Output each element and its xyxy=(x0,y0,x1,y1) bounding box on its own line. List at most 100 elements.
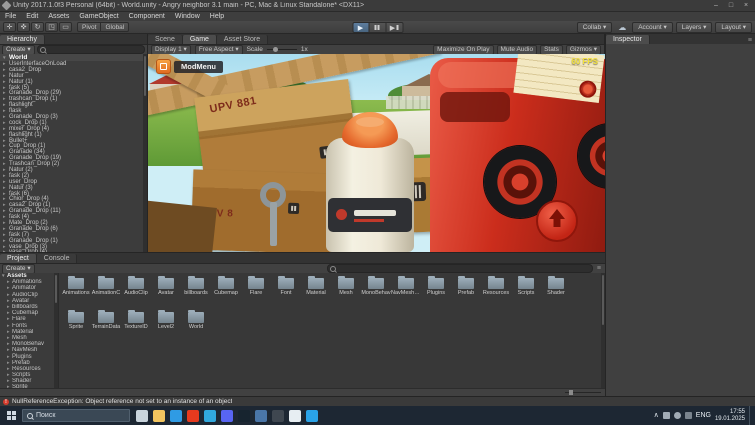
tab-inspector[interactable]: Inspector xyxy=(606,35,650,44)
pinned-app-icon[interactable] xyxy=(170,409,182,422)
folder-item[interactable]: Plugins xyxy=(421,276,451,308)
folder-item[interactable]: NavMeshOb xyxy=(391,276,421,308)
folder-item[interactable]: Font xyxy=(271,276,301,308)
pinned-app-icon[interactable] xyxy=(204,409,216,422)
folder-item[interactable]: Level2 xyxy=(151,310,181,342)
pinned-app-icon[interactable] xyxy=(289,409,301,422)
account-dropdown[interactable]: Account ▾ xyxy=(632,22,673,33)
tab-asset-store[interactable]: Asset Store xyxy=(216,35,269,44)
taskbar-clock[interactable]: 17:55 19.01.2025 xyxy=(715,409,745,423)
folder-item[interactable]: TextureID xyxy=(121,310,151,342)
hierarchy-scene-row[interactable]: ▾ World xyxy=(0,54,147,61)
scale-tool-icon[interactable]: ◳ xyxy=(45,22,58,32)
folder-item[interactable]: TerrainData xyxy=(91,310,121,342)
project-search-input[interactable] xyxy=(337,265,590,272)
folder-item[interactable]: Scripts xyxy=(511,276,541,308)
maximize-button[interactable]: □ xyxy=(725,1,737,10)
scale-slider[interactable] xyxy=(266,47,297,52)
folder-item[interactable]: AudioClip xyxy=(121,276,151,308)
tray-icon[interactable] xyxy=(662,412,670,419)
pinned-app-icon[interactable] xyxy=(306,409,318,422)
pause-button[interactable] xyxy=(369,22,386,33)
error-icon: ! xyxy=(3,398,9,405)
show-desktop-button[interactable] xyxy=(749,406,753,425)
hierarchy-scrollbar[interactable] xyxy=(143,54,147,252)
panel-menu-icon[interactable]: ≡ xyxy=(745,37,755,44)
inspector-body xyxy=(606,44,755,396)
menu-item[interactable]: Edit xyxy=(21,12,43,21)
tab-scene[interactable]: Scene xyxy=(148,35,183,44)
pinned-app-icon[interactable] xyxy=(187,409,199,422)
layers-dropdown[interactable]: Layers ▾ xyxy=(675,22,713,33)
tab-hierarchy[interactable]: Hierarchy xyxy=(0,35,45,44)
tab-console[interactable]: Console xyxy=(36,254,78,263)
menu-item[interactable]: Help xyxy=(205,12,229,21)
folder-item[interactable]: Resources xyxy=(481,276,511,308)
folder-item[interactable]: Flare xyxy=(241,276,271,308)
aspect-dropdown[interactable]: Free Aspect ▾ xyxy=(194,44,243,55)
tray-expand-icon[interactable]: ∧ xyxy=(654,406,659,425)
panel-menu-icon[interactable]: ≡ xyxy=(595,265,603,272)
pinned-app-icon[interactable] xyxy=(272,409,284,422)
tab-game[interactable]: Game xyxy=(182,35,217,44)
close-button[interactable]: × xyxy=(740,1,752,10)
collab-dropdown[interactable]: Collab ▾ xyxy=(576,22,613,33)
maximize-on-play-toggle[interactable]: Maximize On Play xyxy=(433,44,494,55)
tray-icon[interactable] xyxy=(684,412,692,419)
tray-icon[interactable] xyxy=(673,412,681,419)
game-viewport: UPV 881 UPV 8 ModMenu 60 FPS xyxy=(148,54,605,252)
project-create-button[interactable]: Create ▾ xyxy=(2,263,35,274)
folder-item[interactable]: Shader xyxy=(541,276,571,308)
hierarchy-create-button[interactable]: Create ▾ xyxy=(2,44,35,55)
menu-item[interactable]: Window xyxy=(170,12,205,21)
menu-item[interactable]: GameObject xyxy=(74,12,123,21)
folder-item[interactable]: billboards xyxy=(181,276,211,308)
folder-item[interactable]: Cubemap xyxy=(211,276,241,308)
folder-item[interactable]: Mesh xyxy=(331,276,361,308)
taskbar-search[interactable]: Поиск xyxy=(22,409,130,422)
pinned-app-icon[interactable] xyxy=(221,409,233,422)
folder-item[interactable]: Sprite xyxy=(61,310,91,342)
layout-dropdown[interactable]: Layout ▾ xyxy=(715,22,752,33)
project-tree-scrollbar[interactable] xyxy=(54,273,58,388)
pinned-app-icon[interactable] xyxy=(255,409,267,422)
mute-audio-toggle[interactable]: Mute Audio xyxy=(496,44,538,55)
hand-tool-icon[interactable]: ✛ xyxy=(3,22,16,32)
hierarchy-search-input[interactable] xyxy=(47,46,142,53)
pinned-app-icon[interactable] xyxy=(238,409,250,422)
mod-menu-button[interactable]: ModMenu xyxy=(156,59,223,74)
folder-icon xyxy=(158,276,174,289)
menu-item[interactable]: Assets xyxy=(43,12,74,21)
rotate-tool-icon[interactable]: ↻ xyxy=(31,22,44,32)
icon-size-slider[interactable] xyxy=(565,390,601,395)
folder-item[interactable]: Prefab xyxy=(451,276,481,308)
project-grid-scrollbar[interactable] xyxy=(601,273,605,388)
folder-item[interactable]: Animations xyxy=(61,276,91,308)
folder-item[interactable]: World xyxy=(181,310,211,342)
language-indicator[interactable]: ENG xyxy=(696,412,711,419)
cloud-services-icon[interactable]: ☁ xyxy=(615,22,629,33)
folder-item[interactable]: Avatar xyxy=(151,276,181,308)
start-button[interactable] xyxy=(0,406,22,425)
stats-toggle[interactable]: Stats xyxy=(540,44,563,55)
folder-item[interactable]: Material xyxy=(301,276,331,308)
pinned-app-icon[interactable] xyxy=(136,409,148,422)
status-bar[interactable]: ! NullReferenceException: Object referen… xyxy=(0,396,755,406)
pivot-toggle[interactable]: Pivot xyxy=(77,22,102,32)
menu-item[interactable]: File xyxy=(0,12,21,21)
tab-project[interactable]: Project xyxy=(0,254,37,263)
menu-item[interactable]: Component xyxy=(124,12,170,21)
jump-button[interactable] xyxy=(536,200,578,242)
pinned-app-icon[interactable] xyxy=(153,409,165,422)
display-dropdown[interactable]: Display 1 ▾ xyxy=(151,44,191,55)
folder-icon xyxy=(188,310,204,323)
move-tool-icon[interactable]: ✜ xyxy=(17,22,30,32)
gizmos-dropdown[interactable]: Gizmos ▾ xyxy=(565,44,601,55)
rect-tool-icon[interactable]: ▭ xyxy=(59,22,72,32)
minimize-button[interactable]: – xyxy=(710,1,722,10)
folder-item[interactable]: AnimationC xyxy=(91,276,121,308)
global-toggle[interactable]: Global xyxy=(101,22,130,32)
folder-item[interactable]: MonoBehav xyxy=(361,276,391,308)
play-button[interactable]: ▶ xyxy=(352,22,369,33)
step-button[interactable]: ▶ xyxy=(386,22,403,33)
